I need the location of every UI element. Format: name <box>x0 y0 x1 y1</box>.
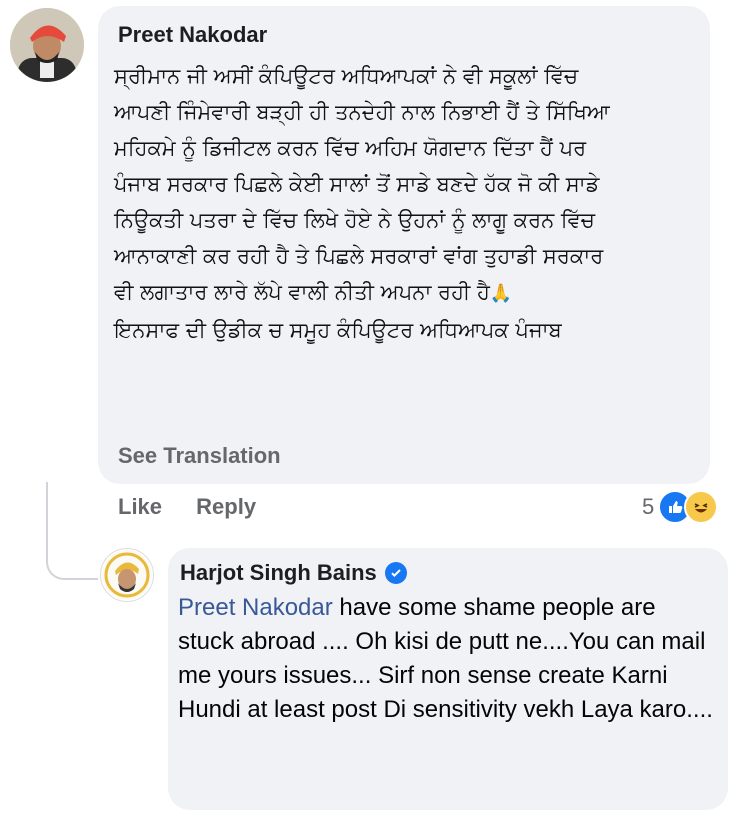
comment-line: ਪੰਜਾਬ ਸਰਕਾਰ ਪਿਛਲੇ ਕੇਈ ਸਾਲਾਂ ਤੋਂ ਸਾਡੇ ਬਣਦ… <box>114 172 600 196</box>
comment-line: ਆਪਣੀ ਜਿੰਮੇਵਾਰੀ ਬੜ੍ਹੀ ਹੀ ਤਨਦੇਹੀ ਨਾਲ ਨਿਭਾਈ… <box>114 100 610 124</box>
avatar-harjot[interactable] <box>100 548 154 602</box>
like-button[interactable]: Like <box>118 494 162 519</box>
reaction-count: 5 <box>642 494 655 519</box>
comment-author-name[interactable]: Preet Nakodar <box>118 22 267 48</box>
comment-line: ਆਨਾਕਾਣੀ ਕਰ ਰਹੀ ਹੈ ਤੇ ਪਿਛਲੇ ਸਰਕਾਰਾਂ ਵਾਂਗ … <box>114 244 604 268</box>
thread-connector <box>46 482 98 580</box>
comment-line: ਇਨਸਾਫ ਦੀ ਉਡੀਕ ਚ ਸਮੂਹ ਕੰਪਿਊਟਰ ਅਧਿਆਪਕ ਪੰਜਾ… <box>114 318 562 342</box>
comment-line: ਸ੍ਰੀਮਾਨ ਜੀ ਅਸੀਂ ਕੰਪਿਊਟਰ ਅਧਿਆਪਕਾਂ ਨੇ ਵੀ ਸ… <box>114 64 579 88</box>
reply-button[interactable]: Reply <box>196 494 256 519</box>
reply-author-name[interactable]: Harjot Singh Bains <box>180 560 377 586</box>
reaction-summary[interactable]: 5 <box>642 490 719 524</box>
comment-body: ਸ੍ਰੀਮਾਨ ਜੀ ਅਸੀਂ ਕੰਪਿਊਟਰ ਅਧਿਆਪਕਾਂ ਨੇ ਵੀ ਸ… <box>114 58 704 348</box>
comment-line: ਨਿਊਕਤੀ ਪਤਰਾ ਦੇ ਵਿੱਚ ਲਿਖੇ ਹੋਏ ਨੇ ਉਹਨਾਂ ਨੂ… <box>114 208 595 232</box>
see-translation-link[interactable]: See Translation <box>118 443 281 469</box>
verified-badge-icon <box>384 562 407 584</box>
reply-body: Preet Nakodar have some shame people are… <box>178 591 718 727</box>
comment-line: ਵੀ ਲਗਾਤਾਰ ਲਾਰੇ ਲੱਪੇ ਵਾਲੀ ਨੀਤੀ ਅਪਨਾ ਰਹੀ ਹ… <box>114 280 490 304</box>
comment-line: ਮਹਿਕਮੇ ਨੂੰ ਡਿਜੀਟਲ ਕਰਨ ਵਿੱਚ ਅਹਿਮ ਯੋਗਦਾਨ ਦ… <box>114 136 587 160</box>
mention-link[interactable]: Preet Nakodar <box>178 594 333 621</box>
avatar-preet[interactable] <box>10 8 84 82</box>
haha-reaction-icon <box>684 490 719 524</box>
comment-actions: Like Reply <box>118 494 284 520</box>
folded-hands-emoji-icon: 🙏 <box>489 283 513 304</box>
comment-line-with-emoji: ਵੀ ਲਗਾਤਾਰ ਲਾਰੇ ਲੱਪੇ ਵਾਲੀ ਨੀਤੀ ਅਪਨਾ ਰਹੀ ਹ… <box>114 274 704 312</box>
reply-author: Harjot Singh Bains <box>180 560 407 586</box>
